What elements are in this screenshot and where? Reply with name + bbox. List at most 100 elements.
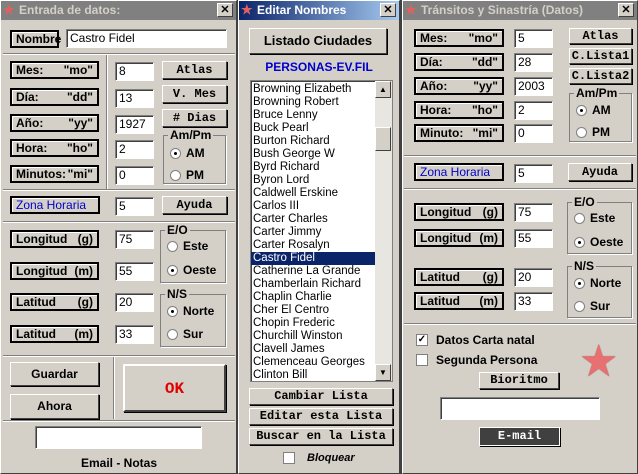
list-item[interactable]: Catherine La Grande bbox=[251, 265, 375, 278]
list-item[interactable]: Chamberlain Richard bbox=[251, 278, 375, 291]
coord-input[interactable]: 55 bbox=[514, 229, 553, 248]
zona-horaria-input[interactable]: 5 bbox=[514, 164, 553, 183]
eo-label: E/O bbox=[572, 195, 597, 209]
v-mes-button[interactable]: V. Mes bbox=[162, 85, 227, 103]
scroll-up-button[interactable]: ▲ bbox=[375, 81, 391, 98]
segunda-label: Segunda Persona bbox=[436, 353, 538, 367]
list-item[interactable]: Browning Elizabeth bbox=[251, 83, 375, 96]
segunda-persona-checkbox[interactable]: Segunda Persona bbox=[416, 353, 537, 367]
field-input[interactable]: 8 bbox=[115, 62, 154, 81]
field-input[interactable]: 13 bbox=[115, 89, 154, 108]
este-radio[interactable]: Este bbox=[574, 211, 615, 225]
list-item[interactable]: Buck Pearl bbox=[251, 122, 375, 135]
listado-ciudades-button[interactable]: Listado Ciudades bbox=[249, 28, 387, 54]
list-item[interactable]: Byrd Richard bbox=[251, 161, 375, 174]
field-label: Minutos: "mi" bbox=[10, 165, 99, 183]
list-item[interactable]: Caldwell Erskine bbox=[251, 187, 375, 200]
este-radio[interactable]: Este bbox=[167, 239, 208, 253]
sur-radio[interactable]: Sur bbox=[167, 327, 203, 341]
coord-input[interactable]: 20 bbox=[115, 293, 154, 312]
num-dias-button[interactable]: # Dias bbox=[162, 109, 227, 127]
list-item[interactable]: Chopin Frederic bbox=[251, 317, 375, 330]
ok-button[interactable]: OK bbox=[123, 364, 226, 412]
ayuda-button[interactable]: Ayuda bbox=[162, 196, 227, 214]
field-input[interactable]: 2 bbox=[514, 101, 553, 120]
scrollbar[interactable]: ▲ ▼ bbox=[375, 81, 392, 381]
close-button[interactable]: ✕ bbox=[618, 3, 634, 17]
email-input[interactable] bbox=[440, 397, 600, 420]
atlas-button[interactable]: Atlas bbox=[162, 61, 227, 79]
list-item[interactable]: Bruce Lenny bbox=[251, 109, 375, 122]
list-item[interactable]: Bush George W bbox=[251, 148, 375, 161]
c-lista1-button[interactable]: C.Lista1 bbox=[569, 48, 632, 64]
field-input[interactable]: 28 bbox=[514, 53, 553, 72]
bloquear-checkbox[interactable]: Bloquear bbox=[283, 452, 355, 464]
scroll-thumb[interactable] bbox=[375, 127, 391, 151]
pm-radio[interactable]: PM bbox=[576, 125, 610, 139]
list-item[interactable]: Carter Jimmy bbox=[251, 226, 375, 239]
coord-input[interactable]: 75 bbox=[115, 230, 154, 249]
radio-off-icon bbox=[576, 126, 587, 138]
editar-lista-button[interactable]: Editar esta Lista bbox=[249, 408, 393, 425]
field-input[interactable]: 2 bbox=[115, 140, 154, 159]
coord-input[interactable]: 75 bbox=[514, 203, 553, 222]
divider bbox=[404, 188, 636, 190]
list-item[interactable]: Byron Lord bbox=[251, 174, 375, 187]
close-button[interactable]: ✕ bbox=[380, 3, 396, 17]
list-item[interactable]: Clinton Bill bbox=[251, 369, 375, 381]
coord-label-unit: (m) bbox=[74, 327, 93, 341]
oeste-radio[interactable]: Oeste bbox=[574, 235, 623, 249]
list-item[interactable]: Castro Fidel bbox=[251, 252, 375, 265]
cambiar-lista-button[interactable]: Cambiar Lista bbox=[249, 388, 393, 405]
email-notas-input[interactable] bbox=[35, 426, 202, 449]
field-input[interactable]: 0 bbox=[115, 166, 154, 185]
ahora-button[interactable]: Ahora bbox=[10, 394, 99, 419]
checkbox-icon bbox=[416, 354, 428, 366]
email-button[interactable]: E-mail bbox=[479, 427, 560, 446]
coord-label: Latitud (g) bbox=[414, 268, 504, 286]
list-item[interactable]: Carlos III bbox=[251, 200, 375, 213]
list-item[interactable]: Clavell James bbox=[251, 343, 375, 356]
norte-radio[interactable]: Norte bbox=[167, 304, 214, 318]
ayuda-button[interactable]: Ayuda bbox=[568, 163, 632, 181]
bioritmo-button[interactable]: Bioritmo bbox=[479, 372, 559, 389]
list-item[interactable]: Clemenceau Georges bbox=[251, 356, 375, 369]
sur-radio[interactable]: Sur bbox=[574, 299, 610, 313]
oeste-radio[interactable]: Oeste bbox=[167, 263, 216, 277]
norte-radio[interactable]: Norte bbox=[574, 276, 621, 290]
field-label: Día: "dd" bbox=[414, 53, 504, 71]
coord-label-name: Latitud bbox=[420, 294, 460, 308]
bloquear-label: Bloquear bbox=[307, 452, 355, 464]
nombre-input[interactable]: Castro Fidel bbox=[66, 29, 227, 48]
coord-label: Longitud (m) bbox=[414, 229, 504, 247]
datos-carta-checkbox[interactable]: ✓ Datos Carta natal bbox=[416, 333, 535, 347]
coord-input[interactable]: 55 bbox=[115, 262, 154, 281]
list-item[interactable]: Browning Robert bbox=[251, 96, 375, 109]
list-item[interactable]: Cher El Centro bbox=[251, 304, 375, 317]
list-item[interactable]: Churchill Winston bbox=[251, 330, 375, 343]
buscar-lista-button[interactable]: Buscar en la Lista bbox=[249, 428, 393, 445]
coord-input[interactable]: 33 bbox=[115, 325, 154, 344]
list-item[interactable]: Carter Rosalyn bbox=[251, 239, 375, 252]
field-input[interactable]: 5 bbox=[514, 29, 553, 48]
names-listbox[interactable]: Browning Elizabeth Browning Robert Bruce L… bbox=[250, 80, 393, 382]
am-radio[interactable]: AM bbox=[170, 146, 205, 160]
field-input[interactable]: 0 bbox=[514, 124, 553, 143]
am-label: AM bbox=[592, 103, 611, 117]
checkbox-icon bbox=[283, 452, 295, 464]
scroll-down-button[interactable]: ▼ bbox=[375, 364, 391, 381]
list-item[interactable]: Carter Charles bbox=[251, 213, 375, 226]
zona-horaria-input[interactable]: 5 bbox=[115, 197, 154, 216]
list-item[interactable]: Chaplin Charlie bbox=[251, 291, 375, 304]
list-item[interactable]: Burton Richard bbox=[251, 135, 375, 148]
c-lista2-button[interactable]: C.Lista2 bbox=[569, 68, 632, 84]
close-button[interactable]: ✕ bbox=[217, 3, 233, 17]
field-input[interactable]: 2003 bbox=[514, 77, 553, 96]
field-input[interactable]: 1927 bbox=[115, 115, 154, 134]
coord-input[interactable]: 33 bbox=[514, 292, 553, 311]
am-radio[interactable]: AM bbox=[576, 103, 611, 117]
pm-radio[interactable]: PM bbox=[170, 168, 204, 182]
guardar-button[interactable]: Guardar bbox=[10, 362, 99, 386]
coord-input[interactable]: 20 bbox=[514, 268, 553, 287]
atlas-button[interactable]: Atlas bbox=[569, 28, 632, 44]
